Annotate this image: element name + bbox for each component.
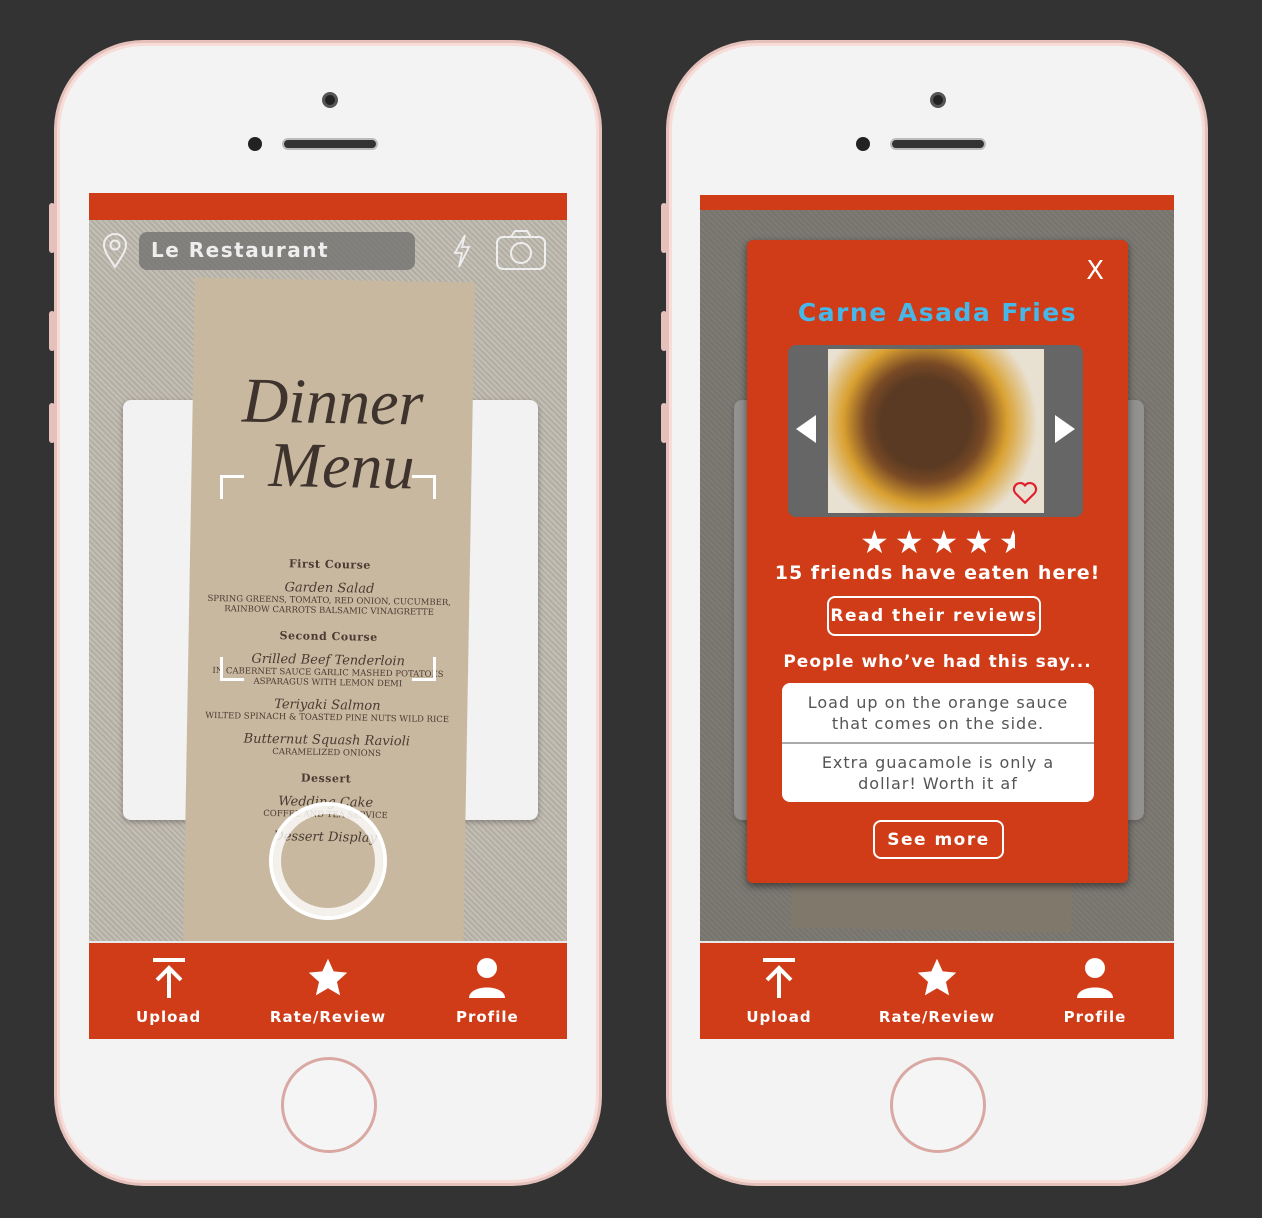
heart-icon[interactable] (1012, 481, 1038, 505)
menu-section: First Course (288, 557, 371, 572)
review-item: Extra guacamole is only a dollar! Worth … (782, 742, 1094, 801)
nav-profile[interactable]: Profile (417, 956, 557, 1026)
nav-profile[interactable]: Profile (1025, 956, 1165, 1026)
speaker (282, 138, 378, 150)
friends-count: 15 friends have eaten here! (774, 562, 1101, 584)
side-button (661, 311, 667, 351)
review-item: Load up on the orange sauce that comes o… (807, 692, 1069, 733)
reviews-heading: People who’ve had this say... (783, 652, 1092, 672)
side-button (49, 403, 55, 443)
star-icon (308, 958, 348, 996)
dish-title: Carne Asada Fries (797, 298, 1078, 327)
menu-dish-desc: Spring Greens, Tomato, Red Onion, Cucumb… (207, 593, 452, 618)
half-star-icon: ★ (999, 523, 1015, 561)
camera-view: Dinner Menu First Course Garden Salad Sp… (89, 220, 567, 953)
scan-bracket (220, 475, 244, 499)
bottom-nav: Upload Rate/Review Profile (700, 941, 1174, 1039)
scan-bracket (220, 657, 244, 681)
location-pin-icon[interactable] (101, 233, 129, 269)
nav-upload[interactable]: Upload (99, 956, 239, 1026)
flash-icon[interactable] (451, 233, 473, 269)
review-list: Load up on the orange sauce that comes o… (782, 683, 1094, 802)
read-reviews-button[interactable]: Read their reviews (827, 596, 1041, 636)
dish-popup: X Carne Asada Fries ★★★★★ 15 friends hav… (747, 240, 1128, 883)
next-arrow-icon[interactable] (1055, 415, 1075, 443)
profile-icon (1077, 958, 1113, 998)
restaurant-name: Le Restaurant (151, 238, 330, 262)
nav-label: Profile (455, 1008, 519, 1026)
status-bar (89, 193, 567, 220)
bottom-nav: Upload Rate/Review Profile (89, 941, 567, 1039)
front-camera (322, 92, 338, 108)
side-button (661, 403, 667, 443)
nav-upload[interactable]: Upload (709, 956, 849, 1026)
switch-camera-icon[interactable] (495, 229, 547, 271)
profile-icon (469, 958, 506, 998)
scan-bracket (412, 475, 436, 499)
side-button (49, 203, 55, 253)
nav-label: Upload (746, 1008, 812, 1026)
menu-title: Dinner (241, 364, 424, 439)
restaurant-name-field[interactable]: Le Restaurant (139, 232, 415, 270)
see-more-button[interactable]: See more (873, 820, 1004, 859)
nav-rate-review[interactable]: Rate/Review (867, 956, 1007, 1026)
sensor (856, 137, 870, 151)
phone-left: Dinner Menu First Course Garden Salad Sp… (49, 40, 602, 1186)
phone-right: X Carne Asada Fries ★★★★★ 15 friends hav… (661, 40, 1208, 1186)
upload-icon (763, 958, 795, 998)
home-button[interactable] (281, 1057, 377, 1153)
shutter-button[interactable] (269, 802, 387, 920)
dish-photo (828, 349, 1044, 513)
scanner-screen: Dinner Menu First Course Garden Salad Sp… (89, 193, 567, 1039)
star-icon (917, 958, 957, 996)
nav-rate-review[interactable]: Rate/Review (258, 956, 398, 1026)
prev-arrow-icon[interactable] (796, 415, 816, 443)
nav-label: Profile (1063, 1008, 1127, 1026)
side-button (661, 203, 667, 253)
menu-section: Dessert (300, 771, 352, 786)
star-rating: ★★★★★ (747, 523, 1128, 561)
dish-screen: X Carne Asada Fries ★★★★★ 15 friends hav… (700, 195, 1174, 1039)
menu-section: Second Course (279, 629, 378, 644)
front-camera (930, 92, 946, 108)
home-button[interactable] (890, 1057, 986, 1153)
photo-carousel (788, 345, 1083, 517)
close-button[interactable]: X (1086, 256, 1104, 286)
speaker (890, 138, 986, 150)
nav-label: Rate/Review (878, 1008, 996, 1026)
scan-bracket (412, 657, 436, 681)
status-bar (700, 195, 1174, 210)
nav-label: Upload (136, 1008, 202, 1026)
sensor (248, 137, 262, 151)
upload-icon (152, 958, 185, 998)
nav-label: Rate/Review (269, 1008, 387, 1026)
side-button (49, 311, 55, 351)
star-icon: ★★★★ (860, 523, 999, 561)
